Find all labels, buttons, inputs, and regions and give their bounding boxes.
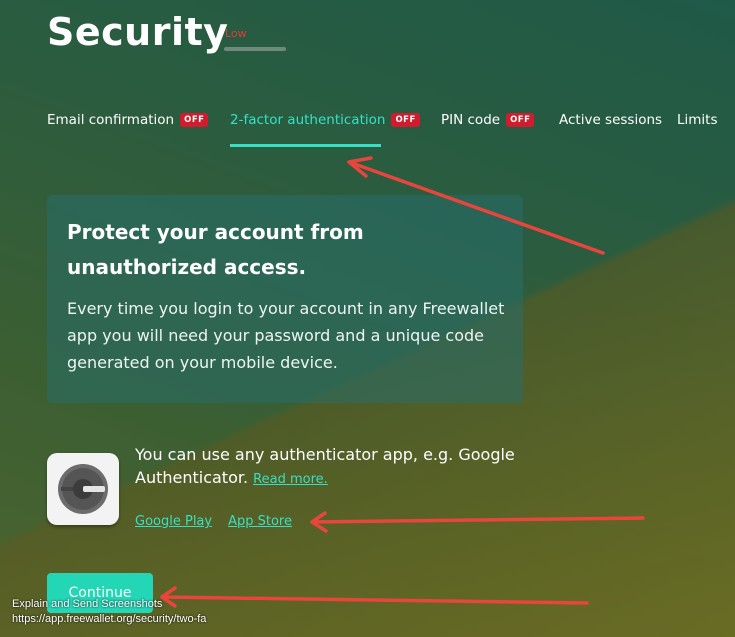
app-store-link[interactable]: App Store [228, 514, 292, 529]
tab-label: 2-factor authentication [230, 112, 386, 128]
status-badge: OFF [391, 113, 420, 127]
status-badge: OFF [506, 113, 535, 127]
read-more-link[interactable]: Read more. [253, 472, 328, 487]
security-level-label: Low [225, 27, 247, 40]
page-title: Security [47, 10, 229, 54]
tab-active-sessions[interactable]: Active sessions [559, 112, 662, 128]
store-links: Google Play App Store [135, 514, 292, 529]
tab-label: Email confirmation [47, 112, 175, 128]
tab-email-confirmation[interactable]: Email confirmation OFF [47, 112, 209, 128]
card-body: Every time you login to your account in … [67, 299, 505, 372]
google-play-link[interactable]: Google Play [135, 514, 212, 529]
extension-url: https://app.freewallet.org/security/two-… [12, 613, 207, 625]
card-heading: Protect your account from unauthorized a… [67, 220, 364, 279]
tab-label: PIN code [441, 112, 501, 128]
info-card: Protect your account from unauthorized a… [47, 195, 523, 403]
tab-limits[interactable]: Limits [677, 112, 718, 128]
tab-two-factor-authentication[interactable]: 2-factor authentication OFF [230, 112, 420, 128]
authenticator-hint: You can use any authenticator app, e.g. … [135, 443, 515, 491]
authenticator-app-icon [47, 453, 119, 525]
annotation-arrow-icon [310, 511, 645, 533]
active-tab-underline [230, 144, 381, 147]
annotation-arrow-icon [160, 586, 589, 608]
tab-pin-code[interactable]: PIN code OFF [441, 112, 535, 128]
security-level-bar [224, 47, 286, 51]
tab-label: Active sessions [559, 112, 663, 128]
status-badge: OFF [180, 113, 209, 127]
tab-label: Limits [677, 112, 718, 128]
extension-name: Explain and Send Screenshots [12, 598, 163, 610]
